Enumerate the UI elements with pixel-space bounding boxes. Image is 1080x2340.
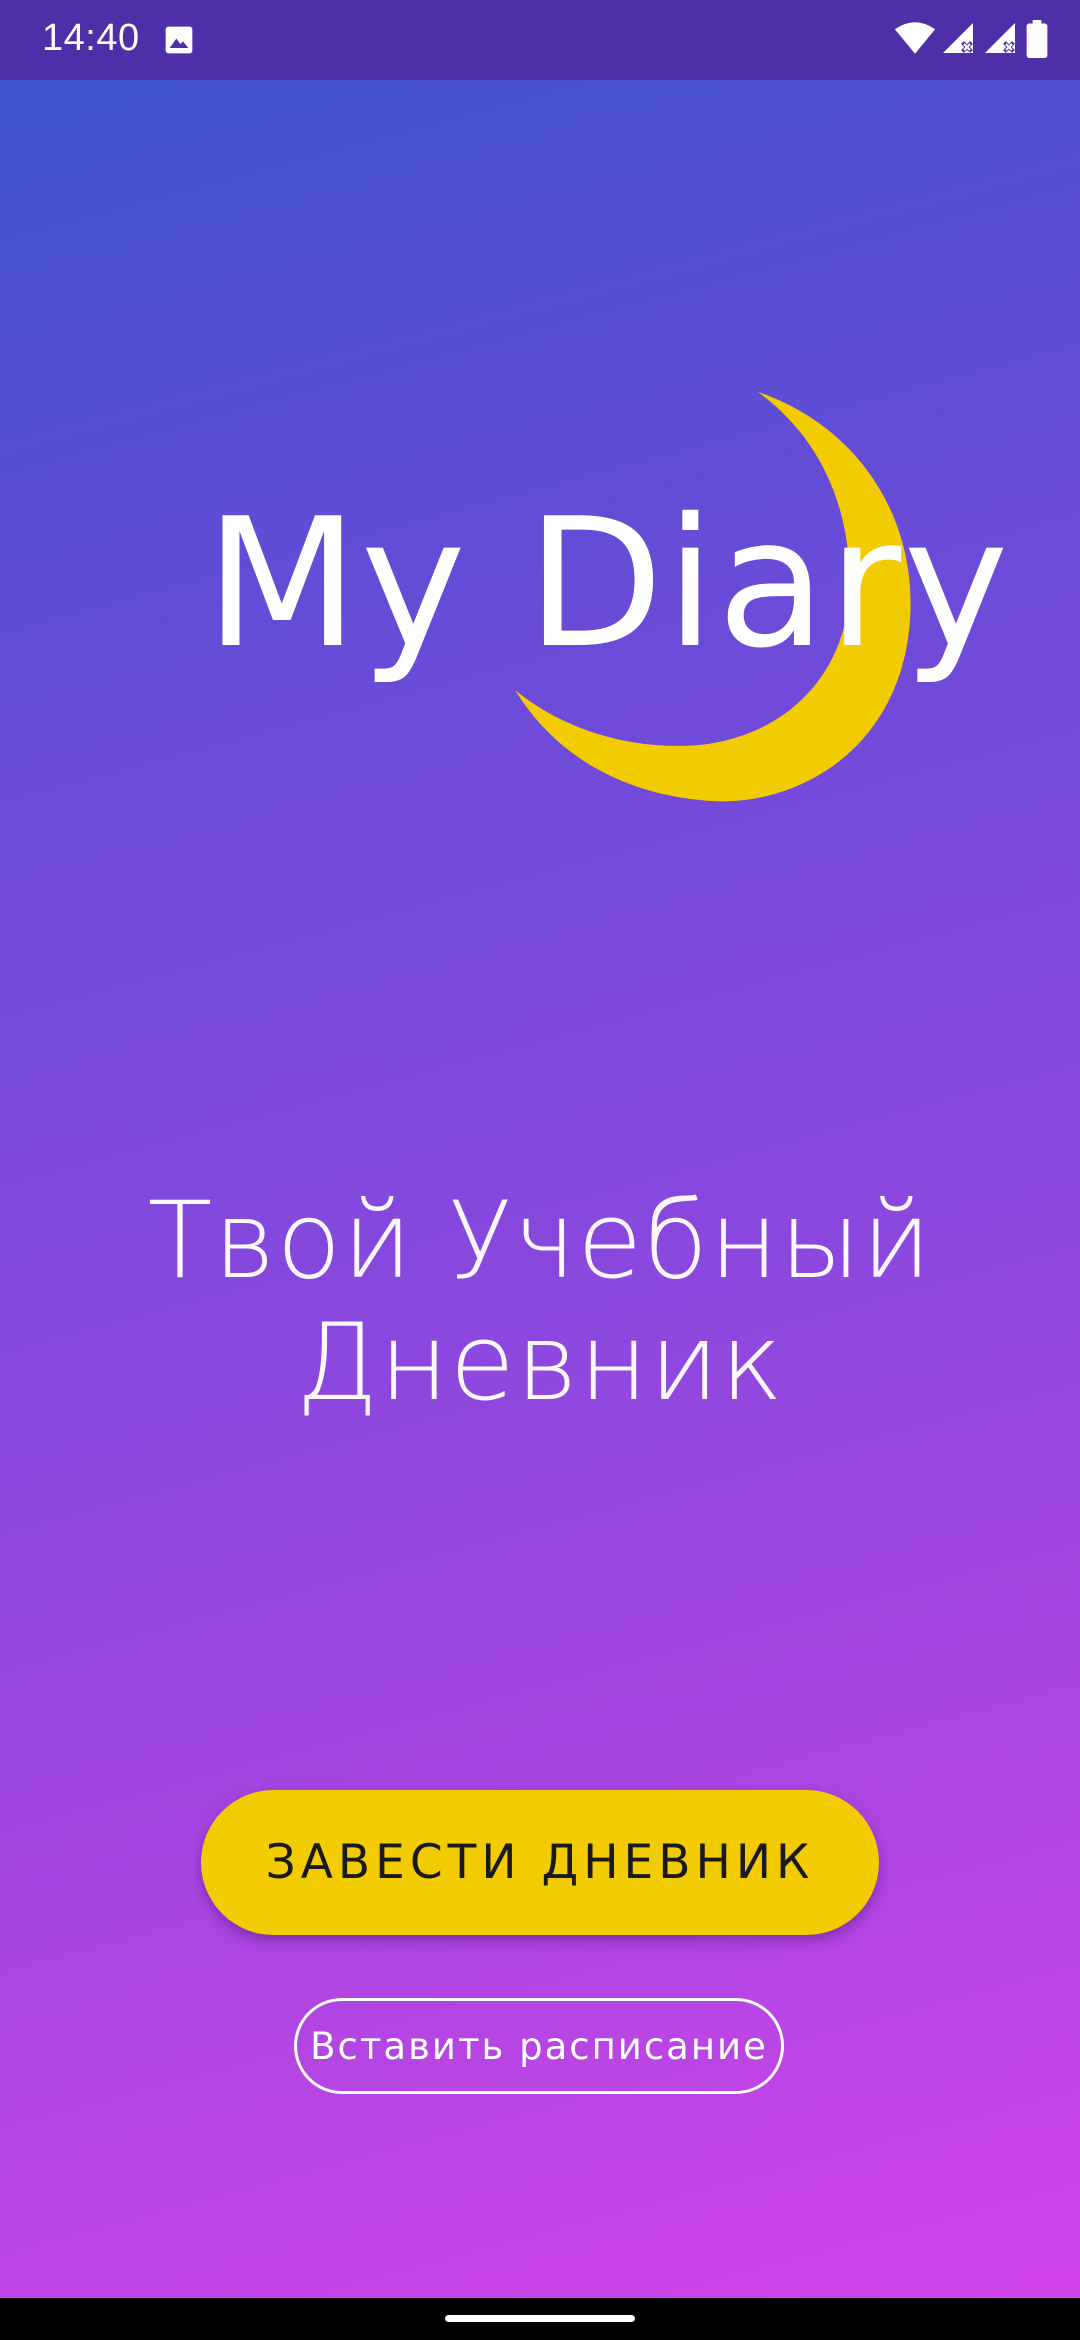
signal-icon [943, 23, 973, 53]
create-diary-button[interactable]: ЗАВЕСТИ ДНЕВНИК [201, 1790, 879, 1935]
navigation-bar [0, 2298, 1080, 2340]
app-logo: My Diary [0, 380, 1080, 820]
app-logo-text: My Diary [205, 480, 1011, 687]
welcome-screen: 14:40 My Diary Твой Учебный Дневник ЗАВЕ… [0, 0, 1080, 2340]
image-icon [165, 26, 193, 54]
insert-schedule-button[interactable]: Вставить расписание [294, 1998, 784, 2094]
status-time: 14:40 [42, 17, 140, 59]
tagline: Твой Учебный Дневник [0, 1180, 1080, 1424]
tagline-line-2: Дневник [296, 1301, 784, 1424]
home-gesture-handle[interactable] [445, 2315, 635, 2322]
signal-icon [985, 23, 1015, 53]
status-bar: 14:40 [0, 0, 1080, 80]
battery-icon [1026, 20, 1048, 58]
wifi-icon [894, 22, 936, 54]
tagline-line-1: Твой Учебный [147, 1179, 933, 1302]
